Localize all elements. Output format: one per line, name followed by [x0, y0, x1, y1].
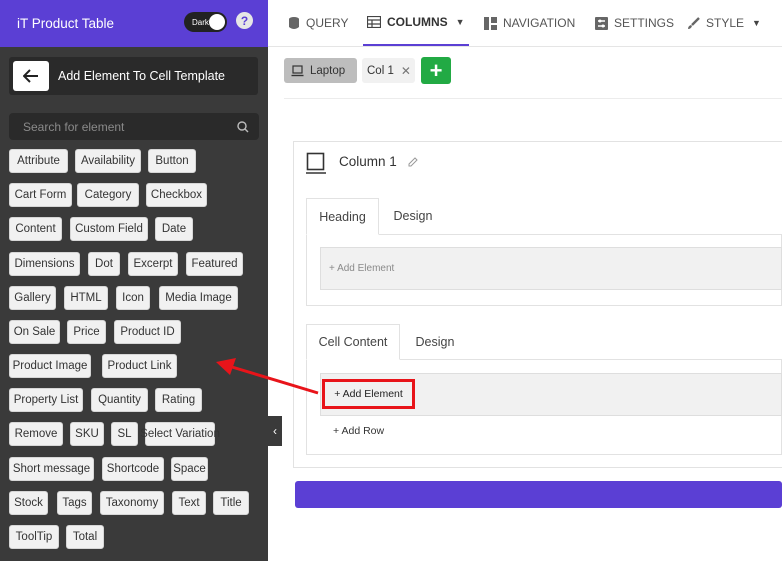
add-row-button[interactable]: + Add Row [333, 425, 384, 437]
element-chip[interactable]: Select Variation [140, 422, 220, 446]
panel-title: Add Element To Cell Template [58, 69, 225, 83]
tab-heading-design[interactable]: Design [381, 198, 445, 234]
tab-cell-content-label: Cell Content [318, 335, 388, 349]
tab-heading[interactable]: Heading [306, 198, 379, 235]
element-chip[interactable]: Featured [186, 252, 243, 276]
element-chip[interactable]: Text [172, 491, 206, 515]
element-chip[interactable]: Tags [57, 491, 92, 515]
tab-navigation[interactable]: NAVIGATION [484, 0, 575, 46]
paintbrush-icon [688, 16, 700, 29]
element-chip[interactable]: Media Image [159, 286, 238, 310]
element-chip[interactable]: ToolTip [9, 525, 59, 549]
element-chip[interactable]: Product ID [114, 320, 181, 344]
element-chip[interactable]: Product Image [9, 354, 91, 378]
add-column-button[interactable]: + [421, 57, 451, 84]
element-chip[interactable]: Rating [155, 388, 202, 412]
element-chip[interactable]: Attribute [9, 149, 68, 173]
checkbox-icon[interactable] [306, 152, 328, 174]
element-chip[interactable]: Remove [9, 422, 63, 446]
element-chip[interactable]: Dimensions [9, 252, 80, 276]
tab-columns[interactable]: COLUMNS ▼ [363, 0, 469, 46]
column-tab-label: Col 1 [367, 64, 394, 77]
top-navigation: QUERY COLUMNS ▼ NAVIGATION SETTINGS STYL… [268, 0, 782, 47]
chevron-left-icon: ‹ [273, 424, 277, 438]
element-chip[interactable]: Cart Form [9, 183, 72, 207]
layout-icon [484, 16, 497, 30]
help-icon[interactable]: ? [236, 12, 253, 29]
caret-down-icon: ▼ [752, 18, 761, 28]
database-icon [289, 17, 299, 29]
element-chip[interactable]: Date [155, 217, 193, 241]
tab-heading-label: Heading [319, 209, 366, 224]
element-chip[interactable]: Button [148, 149, 196, 173]
tab-settings-label: SETTINGS [614, 16, 675, 30]
heading-add-element[interactable]: + Add Element [329, 263, 394, 274]
column-title-text: Column 1 [339, 154, 397, 169]
divider [284, 98, 782, 99]
tab-columns-label: COLUMNS [387, 15, 448, 29]
add-element-button[interactable]: + Add Element [322, 379, 415, 409]
element-chip[interactable]: Property List [9, 388, 83, 412]
settings-icon [595, 16, 608, 30]
add-element-label: + Add Element [334, 388, 403, 400]
tab-cell-design-label: Design [415, 335, 455, 349]
device-laptop-button[interactable]: Laptop [284, 58, 357, 83]
edit-icon[interactable] [407, 156, 419, 168]
search-icon [237, 121, 249, 133]
element-chip[interactable]: HTML [64, 286, 108, 310]
collapse-sidebar-button[interactable]: ‹ [268, 416, 282, 446]
tab-heading-design-label: Design [393, 209, 433, 223]
toggle-knob [209, 14, 225, 30]
app-root: iT Product Table Dark ? Add Element To C… [0, 0, 782, 561]
element-chip[interactable]: Total [66, 525, 104, 549]
dark-mode-toggle[interactable]: Dark [184, 12, 227, 32]
element-chip[interactable]: Availability [75, 149, 141, 173]
element-chip[interactable]: Gallery [9, 286, 56, 310]
element-chip[interactable]: Stock [9, 491, 48, 515]
element-chip[interactable]: Checkbox [146, 183, 207, 207]
arrow-left-icon [23, 69, 38, 83]
tab-settings[interactable]: SETTINGS [595, 0, 674, 46]
element-chip[interactable]: Icon [116, 286, 150, 310]
caret-down-icon: ▼ [455, 17, 465, 27]
sidebar: iT Product Table Dark ? Add Element To C… [0, 0, 268, 561]
element-chip[interactable]: Short message [9, 457, 94, 481]
dark-toggle-label: Dark [192, 17, 209, 27]
tab-cell-design[interactable]: Design [402, 324, 468, 360]
element-chip[interactable]: Quantity [91, 388, 148, 412]
element-chip[interactable]: SL [111, 422, 138, 446]
tab-style[interactable]: STYLE ▼ [687, 0, 761, 46]
back-button[interactable] [13, 61, 49, 91]
element-chip[interactable]: Custom Field [70, 217, 148, 241]
add-element-header: Add Element To Cell Template [9, 57, 258, 95]
element-chip[interactable]: Excerpt [128, 252, 178, 276]
element-chip[interactable]: Shortcode [102, 457, 164, 481]
sidebar-header: iT Product Table [0, 0, 268, 47]
laptop-icon [291, 64, 304, 76]
element-chip[interactable]: Category [77, 183, 139, 207]
element-chip[interactable]: Content [9, 217, 62, 241]
tab-query-label: QUERY [306, 16, 349, 30]
tab-navigation-label: NAVIGATION [503, 16, 576, 30]
element-chip[interactable]: Price [67, 320, 106, 344]
save-bar[interactable] [295, 481, 782, 508]
column-title: Column 1 [339, 154, 419, 169]
element-chip[interactable]: SKU [70, 422, 104, 446]
tab-style-label: STYLE [706, 16, 745, 30]
tab-cell-content[interactable]: Cell Content [306, 324, 400, 360]
app-title: iT Product Table [17, 16, 115, 31]
element-chip[interactable]: Space [171, 457, 208, 481]
close-icon[interactable]: ✕ [401, 64, 411, 78]
column-tab[interactable]: Col 1 ✕ [362, 58, 415, 83]
element-chip[interactable]: Title [213, 491, 249, 515]
element-chip[interactable]: Taxonomy [100, 491, 164, 515]
search-input[interactable] [9, 113, 219, 140]
element-chip[interactable]: Product Link [102, 354, 177, 378]
device-label: Laptop [310, 64, 346, 77]
table-icon [367, 16, 381, 28]
element-chip[interactable]: On Sale [9, 320, 60, 344]
element-search [9, 113, 259, 140]
tab-query[interactable]: QUERY [288, 0, 348, 46]
element-chip[interactable]: Dot [88, 252, 120, 276]
